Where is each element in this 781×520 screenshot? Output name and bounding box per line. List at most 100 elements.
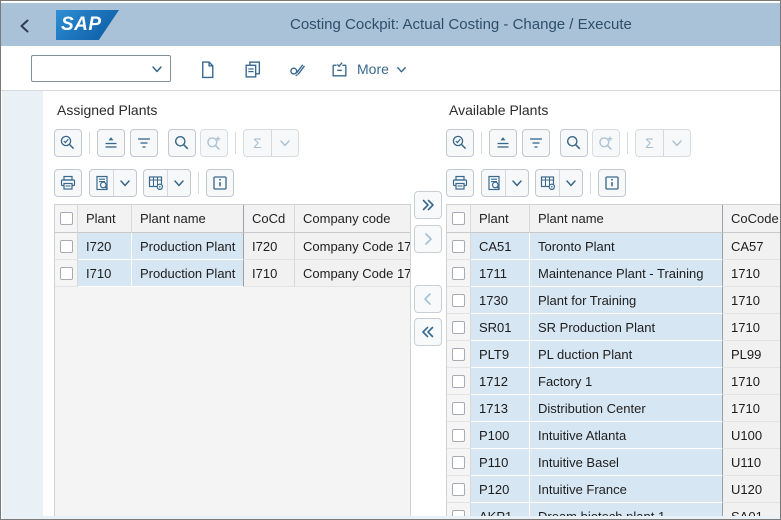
cocode-cell[interactable]: U100: [723, 422, 781, 449]
cocd-cell[interactable]: I720: [244, 233, 295, 260]
cocode-cell[interactable]: U110: [723, 449, 781, 476]
plant-name-cell[interactable]: Production Plant: [132, 233, 244, 260]
plant-cell[interactable]: 1712: [471, 368, 530, 395]
row-checkbox[interactable]: [452, 240, 465, 253]
row-checkbox[interactable]: [452, 429, 465, 442]
info-button[interactable]: [206, 169, 234, 197]
plant-name-cell[interactable]: Plant for Training: [530, 287, 723, 314]
plant-name-cell[interactable]: SR Production Plant: [530, 314, 723, 341]
row-checkbox-cell[interactable]: [447, 422, 471, 449]
row-checkbox-cell[interactable]: [55, 233, 78, 260]
plant-cell[interactable]: P120: [471, 476, 530, 503]
row-checkbox-cell[interactable]: [447, 314, 471, 341]
plant-cell[interactable]: I720: [78, 233, 132, 260]
row-checkbox[interactable]: [452, 483, 465, 496]
plant-cell[interactable]: P100: [471, 422, 530, 449]
column-header-cocd[interactable]: CoCd: [244, 205, 295, 233]
find-next-button[interactable]: [592, 129, 620, 157]
row-checkbox-cell[interactable]: [447, 287, 471, 314]
filter-button[interactable]: [130, 129, 158, 157]
sum-split-button[interactable]: Σ: [635, 129, 691, 157]
plant-name-cell[interactable]: Intuitive Basel: [530, 449, 723, 476]
back-button[interactable]: [13, 14, 37, 38]
plant-name-cell[interactable]: PL duction Plant: [530, 341, 723, 368]
sort-ascending-button[interactable]: [97, 129, 125, 157]
row-checkbox[interactable]: [452, 321, 465, 334]
plant-cell[interactable]: CA51: [471, 233, 530, 260]
export-split-button[interactable]: [535, 169, 583, 197]
select-all-checkbox-cell[interactable]: [55, 205, 78, 233]
sum-split-button[interactable]: Σ: [243, 129, 299, 157]
plant-cell[interactable]: 1713: [471, 395, 530, 422]
copy-button[interactable]: [236, 54, 268, 84]
row-checkbox[interactable]: [452, 348, 465, 361]
column-header-plant-name[interactable]: Plant name: [530, 205, 723, 233]
plant-name-cell[interactable]: Intuitive France: [530, 476, 723, 503]
select-all-checkbox[interactable]: [60, 212, 73, 225]
cocode-cell[interactable]: 1710: [723, 287, 781, 314]
remove-selected-button[interactable]: [414, 285, 442, 313]
cocd-cell[interactable]: I710: [244, 260, 295, 287]
row-checkbox[interactable]: [452, 456, 465, 469]
row-checkbox[interactable]: [452, 402, 465, 415]
row-checkbox[interactable]: [452, 294, 465, 307]
details-button[interactable]: [446, 129, 474, 157]
find-button[interactable]: [168, 129, 196, 157]
views-split-button[interactable]: [481, 169, 529, 197]
row-checkbox-cell[interactable]: [55, 260, 78, 287]
find-button[interactable]: [560, 129, 588, 157]
info-button[interactable]: [598, 169, 626, 197]
details-button[interactable]: [54, 129, 82, 157]
command-field-input[interactable]: [34, 58, 146, 79]
cocode-cell[interactable]: 1710: [723, 368, 781, 395]
export-split-button[interactable]: [143, 169, 191, 197]
plant-name-cell[interactable]: Intuitive Atlanta: [530, 422, 723, 449]
print-button[interactable]: [446, 169, 474, 197]
row-checkbox-cell[interactable]: [447, 341, 471, 368]
column-header-cocode[interactable]: CoCode: [723, 205, 781, 233]
display-change-button[interactable]: [281, 54, 313, 84]
row-checkbox[interactable]: [452, 375, 465, 388]
column-header-company-code[interactable]: Company code: [295, 205, 410, 233]
row-checkbox-cell[interactable]: [447, 368, 471, 395]
column-header-plant-name[interactable]: Plant name: [132, 205, 244, 233]
plant-name-cell[interactable]: Production Plant: [132, 260, 244, 287]
add-all-button[interactable]: [414, 318, 442, 346]
cocode-cell[interactable]: 1710: [723, 314, 781, 341]
filter-button[interactable]: [522, 129, 550, 157]
plant-name-cell[interactable]: Maintenance Plant - Training: [530, 260, 723, 287]
row-checkbox-cell[interactable]: [447, 260, 471, 287]
plant-cell[interactable]: 1711: [471, 260, 530, 287]
views-split-button[interactable]: [89, 169, 137, 197]
company-code-cell[interactable]: Company Code 17: [295, 233, 410, 260]
plant-cell[interactable]: SR01: [471, 314, 530, 341]
print-button[interactable]: [54, 169, 82, 197]
command-field[interactable]: [31, 55, 171, 82]
company-code-cell[interactable]: Company Code 17: [295, 260, 410, 287]
select-all-checkbox-cell[interactable]: [447, 205, 471, 233]
add-selected-button[interactable]: [414, 225, 442, 253]
create-button[interactable]: [191, 54, 223, 84]
remove-all-button[interactable]: [414, 191, 442, 219]
plant-cell[interactable]: I710: [78, 260, 132, 287]
plant-cell[interactable]: 1730: [471, 287, 530, 314]
plant-name-cell[interactable]: Distribution Center: [530, 395, 723, 422]
row-checkbox-cell[interactable]: [447, 233, 471, 260]
column-header-plant[interactable]: Plant: [471, 205, 530, 233]
plant-name-cell[interactable]: Toronto Plant: [530, 233, 723, 260]
sort-ascending-button[interactable]: [489, 129, 517, 157]
row-checkbox[interactable]: [60, 240, 73, 253]
cocode-cell[interactable]: U120: [723, 476, 781, 503]
plant-name-cell[interactable]: Factory 1: [530, 368, 723, 395]
row-checkbox[interactable]: [60, 267, 73, 280]
cocode-cell[interactable]: 1710: [723, 260, 781, 287]
more-button[interactable]: More: [357, 54, 408, 84]
row-checkbox-cell[interactable]: [447, 449, 471, 476]
check-entries-button[interactable]: [323, 54, 355, 84]
find-next-button[interactable]: [200, 129, 228, 157]
plant-cell[interactable]: P110: [471, 449, 530, 476]
row-checkbox-cell[interactable]: [447, 476, 471, 503]
row-checkbox-cell[interactable]: [447, 395, 471, 422]
cocode-cell[interactable]: PL99: [723, 341, 781, 368]
cocode-cell[interactable]: CA57: [723, 233, 781, 260]
